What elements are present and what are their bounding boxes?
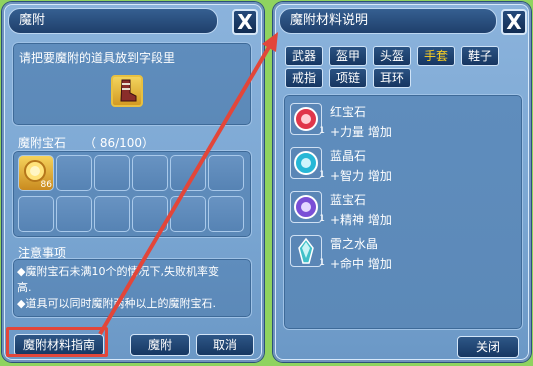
gem-slot[interactable] [170, 155, 206, 191]
close-button[interactable]: 关闭 [457, 336, 519, 358]
ruby-icon: 1 [290, 103, 325, 136]
notes-panel: ◆魔附宝石未满10个的情况下,失败机率变 高. ◆道具可以同时魔附两种以上的魔附… [12, 258, 252, 318]
instruction-text: 请把要魔附的道具放到字段里 [19, 51, 176, 65]
item-drop-panel: 请把要魔附的道具放到字段里 [12, 42, 252, 126]
tab-helmet[interactable]: 头盔 [373, 46, 411, 66]
item-slot[interactable] [111, 75, 143, 107]
material-effect: +命中 增加 [330, 257, 392, 271]
tab-boots[interactable]: 鞋子 [461, 46, 499, 66]
material-guide-title: 魔附材料说明 [279, 8, 497, 34]
material-name: 蓝晶石 [330, 149, 367, 163]
material-qty: 1 [319, 258, 325, 268]
note-line: 高. [17, 281, 32, 294]
material-guide-close-button[interactable]: X [501, 9, 527, 35]
list-item: 1 蓝宝石 +精神 增加 [284, 189, 520, 229]
tab-necklace[interactable]: 项链 [329, 68, 367, 88]
sapphire-icon: 1 [290, 191, 325, 224]
gem-slot[interactable] [56, 196, 92, 232]
tab-earring[interactable]: 耳环 [373, 68, 411, 88]
gem-slot[interactable] [94, 196, 130, 232]
enchant-button[interactable]: 魔附 [130, 334, 190, 356]
material-effect: +智力 增加 [330, 169, 392, 183]
gem-slot[interactable] [94, 155, 130, 191]
material-guide-window: 魔附材料说明 X 武器 盔甲 头盔 手套 鞋子 戒指 项链 耳环 1 红宝石 +… [273, 2, 531, 362]
material-qty: 1 [319, 126, 325, 136]
enchant-window: 魔附 X 请把要魔附的道具放到字段里 魔附宝石 （ 86/100） 86 注意事… [2, 2, 264, 362]
aquamarine-icon: 1 [290, 147, 325, 180]
gem-slot[interactable] [18, 196, 54, 232]
gem-slot[interactable] [132, 196, 168, 232]
thunder-crystal-icon: 1 [290, 235, 325, 268]
gem-slot[interactable] [208, 155, 244, 191]
gem-grid: 86 [12, 150, 252, 238]
material-name: 蓝宝石 [330, 193, 367, 207]
list-item: 1 雷之水晶 +命中 增加 [284, 233, 520, 273]
material-qty: 1 [319, 214, 325, 224]
note-line: ◆道具可以同时魔附两种以上的魔附宝石. [17, 297, 216, 310]
material-effect: +精神 增加 [330, 213, 392, 227]
tab-armor[interactable]: 盔甲 [329, 46, 367, 66]
enchant-window-title: 魔附 [8, 8, 218, 34]
material-qty: 1 [319, 170, 325, 180]
gem-slot[interactable] [56, 155, 92, 191]
list-item: 1 蓝晶石 +智力 增加 [284, 145, 520, 185]
gem-slot[interactable] [170, 196, 206, 232]
gem-label: 魔附宝石 [18, 136, 67, 150]
gem-count: （ 86/100） [84, 136, 155, 150]
note-line: ◆魔附宝石未满10个的情况下,失败机率变 [17, 265, 219, 278]
material-effect: +力量 增加 [330, 125, 392, 139]
tab-gloves[interactable]: 手套 [417, 46, 455, 66]
boot-icon [120, 79, 137, 102]
tab-ring[interactable]: 戒指 [285, 68, 323, 88]
material-name: 雷之水晶 [330, 237, 379, 251]
tab-weapon[interactable]: 武器 [285, 46, 323, 66]
material-list: 1 红宝石 +力量 增加 1 蓝晶石 +智力 增加 1 蓝宝石 +精神 增加 1… [283, 94, 523, 330]
cancel-button[interactable]: 取消 [196, 334, 254, 356]
gem-slot[interactable]: 86 [18, 155, 54, 191]
list-item: 1 红宝石 +力量 增加 [284, 101, 520, 141]
guide-highlight [6, 327, 108, 357]
gem-slot[interactable] [208, 196, 244, 232]
gem-slot[interactable] [132, 155, 168, 191]
enchant-close-button[interactable]: X [232, 9, 258, 35]
gem-slot-count: 86 [40, 180, 52, 190]
material-name: 红宝石 [330, 105, 367, 119]
